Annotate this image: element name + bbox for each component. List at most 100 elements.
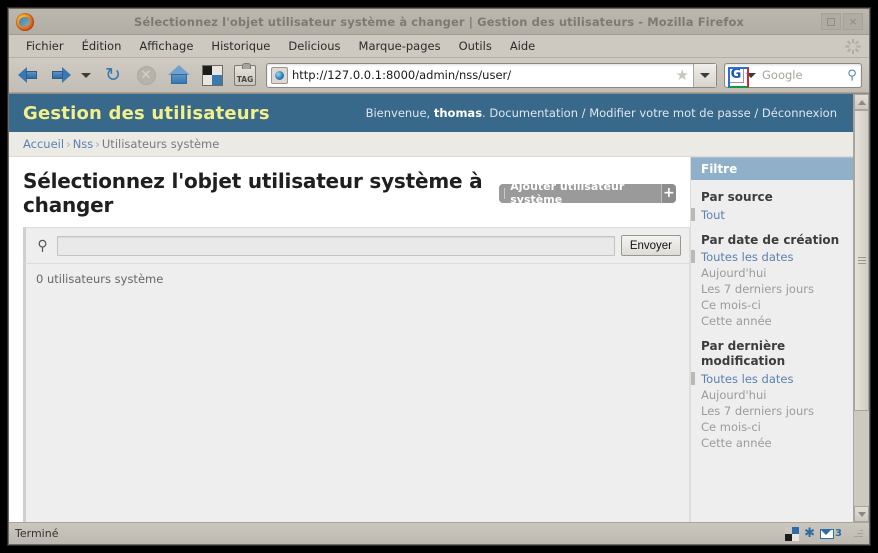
stop-icon: ✕ (136, 65, 156, 85)
user-links: . Documentation / Modifier votre mot de … (482, 106, 837, 120)
breadcrumb-separator: › (95, 137, 100, 151)
breadcrumb-separator: › (66, 137, 71, 151)
stop-button[interactable]: ✕ (132, 61, 160, 89)
checker-icon[interactable] (785, 526, 800, 541)
firefox-icon (16, 12, 34, 31)
window-title: Sélectionnez l'objet utilisateur système… (134, 14, 744, 29)
filter-option[interactable]: Tout (691, 207, 853, 223)
menu-edition[interactable]: Édition (73, 37, 131, 55)
search-input[interactable]: Google (759, 68, 843, 82)
submit-search-button[interactable]: Envoyer (620, 235, 681, 256)
filter-group-last-modified: Par dernière modification Toutes les dat… (691, 329, 853, 450)
reload-button[interactable]: ↻ (99, 61, 127, 89)
browser-content: Gestion des utilisateurs Bienvenue, thom… (9, 93, 869, 522)
result-count: 0 utilisateurs système (23, 264, 690, 294)
breadcrumb-home[interactable]: Accueil (23, 137, 64, 151)
filter-group-creation-date: Par date de création Toutes les dates Au… (691, 223, 853, 330)
search-input[interactable] (57, 235, 615, 256)
chevron-down-icon (857, 511, 866, 517)
url-bar[interactable]: http://127.0.0.1:8000/admin/nss/user/ ★ (266, 62, 717, 88)
history-dropdown-button[interactable] (78, 61, 94, 89)
filter-option[interactable]: Les 7 derniers jours (691, 281, 853, 297)
page-body: Sélectionnez l'objet utilisateur système… (9, 157, 853, 522)
site-header: Gestion des utilisateurs Bienvenue, thom… (9, 94, 853, 132)
tag-icon: TAG (234, 62, 256, 86)
tag-button[interactable]: TAG (231, 61, 259, 89)
site-identity-icon (271, 66, 288, 84)
url-dropdown-button[interactable] (693, 63, 716, 87)
filter-option[interactable]: Aujourd'hui (691, 387, 853, 403)
forward-arrow-icon (49, 66, 71, 84)
filter-option[interactable]: Ce mois-ci (691, 297, 853, 313)
breadcrumb-app[interactable]: Nss (73, 137, 94, 151)
scrollbar-track[interactable] (854, 110, 869, 506)
mail-status[interactable]: 3 (820, 528, 842, 539)
web-page: Gestion des utilisateurs Bienvenue, thom… (9, 94, 853, 522)
plus-icon[interactable]: + (660, 183, 676, 203)
url-input[interactable]: http://127.0.0.1:8000/admin/nss/user/ (292, 68, 676, 82)
status-icons: ✱ 3 (785, 526, 863, 541)
add-object-button[interactable]: Ajouter utilisateur système + (498, 180, 676, 206)
bookmark-star-icon[interactable]: ★ (676, 66, 689, 84)
site-branding: Gestion des utilisateurs (23, 102, 270, 124)
close-button[interactable]: × (843, 13, 863, 30)
home-button[interactable] (165, 61, 193, 89)
results-area (23, 294, 690, 522)
user-tools: Bienvenue, thomas. Documentation / Modif… (366, 106, 837, 120)
filter-option[interactable]: Les 7 derniers jours (691, 403, 853, 419)
checker-toolbar-button[interactable] (198, 61, 226, 89)
scroll-down-button[interactable] (854, 506, 869, 522)
title-row: Sélectionnez l'objet utilisateur système… (9, 157, 690, 227)
window-controls: × (821, 13, 869, 30)
navigation-toolbar: ↻ ✕ TAG http://127.0.0.1:8000/admin/nss/… (9, 58, 869, 93)
reload-icon: ↻ (105, 64, 121, 86)
filter-group-title: Par date de création (701, 232, 840, 247)
menu-affichage[interactable]: Affichage (130, 37, 202, 55)
forward-button[interactable] (47, 62, 73, 88)
scrollbar-thumb[interactable] (854, 110, 869, 411)
breadcrumb: Accueil › Nss › Utilisateurs système (9, 132, 853, 157)
menu-fichier[interactable]: Fichier (17, 37, 73, 55)
button-grip-icon (503, 187, 506, 199)
resize-grip-icon[interactable] (851, 528, 863, 540)
status-bar: Terminé ✱ 3 (9, 522, 869, 544)
page-scrollbar[interactable] (853, 94, 869, 522)
maximize-button[interactable] (821, 13, 841, 30)
filter-option[interactable]: Cette année (691, 313, 853, 329)
filter-option[interactable]: Toutes les dates (691, 249, 853, 265)
scroll-up-button[interactable] (854, 94, 869, 110)
filter-sidebar: Filtre Par source Tout Par date de créat… (690, 157, 853, 522)
username: thomas (433, 106, 483, 120)
mail-count: 3 (835, 528, 842, 539)
google-logo-icon: G (728, 67, 749, 88)
scrollbar-grip-icon (857, 255, 866, 266)
browser-window: Sélectionnez l'objet utilisateur système… (8, 8, 870, 545)
menu-marque-pages[interactable]: Marque-pages (350, 37, 450, 55)
page-title: Sélectionnez l'objet utilisateur système… (23, 169, 483, 217)
search-icon[interactable]: ⚲ (843, 68, 861, 83)
snowflake-icon[interactable]: ✱ (804, 527, 815, 540)
filter-option[interactable]: Aujourd'hui (691, 265, 853, 281)
search-icon: ⚲ (37, 237, 48, 254)
filter-spacer (691, 451, 853, 523)
menu-outils[interactable]: Outils (450, 37, 501, 55)
chevron-up-icon (857, 99, 866, 105)
home-icon (168, 65, 190, 85)
filter-heading: Filtre (691, 157, 853, 180)
filter-group-title: Par source (701, 190, 773, 204)
menu-historique[interactable]: Historique (202, 37, 279, 55)
search-bar[interactable]: G Google ⚲ (724, 62, 862, 88)
filter-group-source: Par source Tout (691, 180, 853, 223)
welcome-prefix: Bienvenue, (365, 106, 434, 120)
add-object-label: Ajouter utilisateur système (510, 180, 625, 206)
mail-icon (820, 528, 835, 539)
filter-group-title: Par dernière modification (701, 339, 786, 368)
checker-icon (201, 64, 223, 86)
menu-aide[interactable]: Aide (501, 37, 544, 55)
menu-delicious[interactable]: Delicious (279, 37, 349, 55)
filter-option[interactable]: Toutes les dates (691, 371, 853, 387)
filter-option[interactable]: Ce mois-ci (691, 419, 853, 435)
back-button[interactable] (16, 62, 42, 88)
filter-option[interactable]: Cette année (691, 435, 853, 451)
back-arrow-icon (18, 66, 40, 84)
